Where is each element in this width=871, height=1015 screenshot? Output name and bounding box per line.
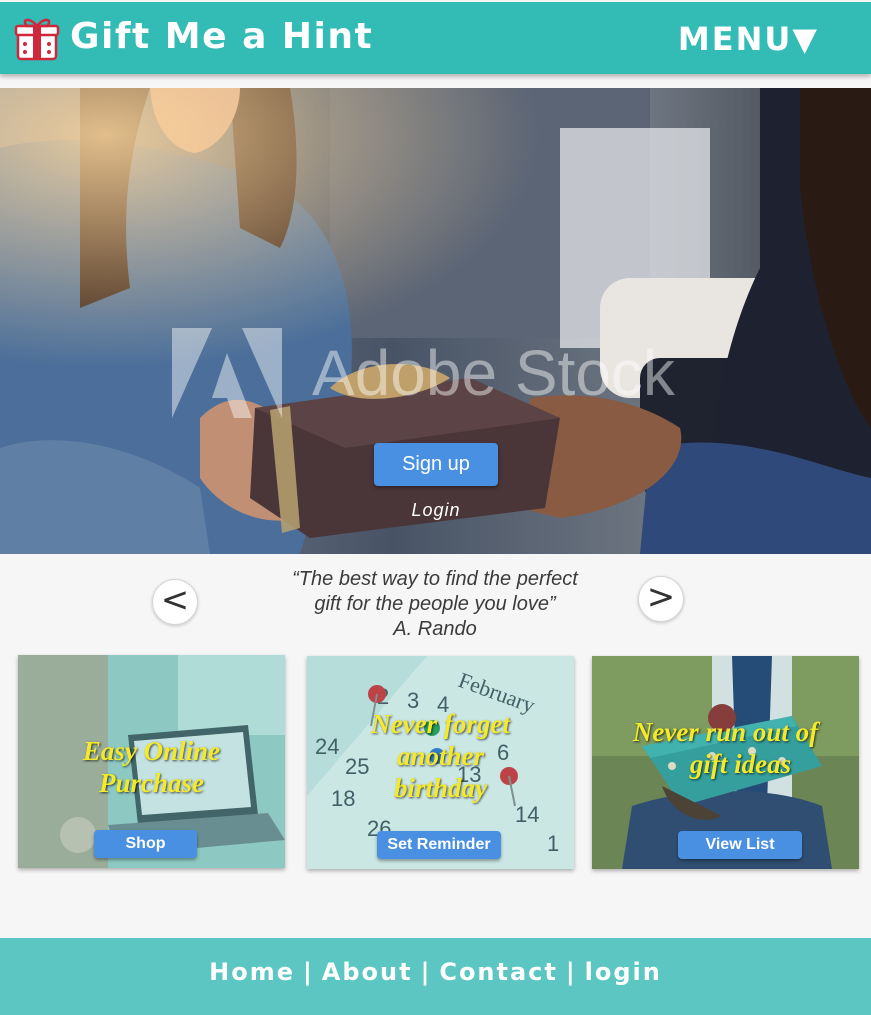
- testimonial-quote: “The best way to find the perfect gift f…: [240, 567, 630, 642]
- footer-link-home[interactable]: Home: [209, 958, 295, 986]
- card-title: Easy Online Purchase: [18, 735, 285, 799]
- footer-link-about[interactable]: About: [322, 958, 413, 986]
- card-title-line: gift ideas: [689, 749, 792, 779]
- menu-button[interactable]: MENU▼: [678, 20, 819, 58]
- next-arrow-button[interactable]: >: [638, 576, 684, 622]
- card-birthday-reminder: 234 24256 181314 26271 February Never fo…: [307, 656, 574, 869]
- view-list-button[interactable]: View List: [678, 831, 802, 859]
- footer-separator: |: [302, 958, 314, 986]
- footer-link-contact[interactable]: Contact: [439, 958, 558, 986]
- card-title-line: another: [396, 741, 485, 771]
- card-title: Never forget another birthday: [307, 708, 574, 804]
- quote-line-2: gift for the people you love”: [314, 593, 556, 615]
- footer-separator: |: [565, 958, 577, 986]
- quote-author: A. Rando: [393, 618, 477, 640]
- sign-up-button[interactable]: Sign up: [374, 443, 498, 486]
- login-link[interactable]: Login: [380, 500, 492, 521]
- card-gift-ideas: Never run out of gift ideas View List: [592, 656, 859, 869]
- shop-button[interactable]: Shop: [94, 830, 197, 858]
- site-title[interactable]: Gift Me a Hint: [70, 16, 373, 57]
- gift-box-icon[interactable]: [13, 14, 61, 62]
- card-title: Never run out of gift ideas: [592, 716, 859, 780]
- card-title-line: birthday: [393, 773, 487, 803]
- site-footer: Home | About | Contact | login: [0, 938, 871, 1015]
- card-easy-online-purchase: Easy Online Purchase Shop: [18, 655, 285, 868]
- previous-arrow-button[interactable]: <: [152, 579, 198, 625]
- site-header: Gift Me a Hint MENU▼: [0, 2, 871, 74]
- set-reminder-button[interactable]: Set Reminder: [377, 831, 501, 859]
- footer-separator: |: [420, 958, 432, 986]
- card-title-line: Easy Online: [82, 736, 221, 766]
- footer-nav: Home | About | Contact | login: [0, 958, 871, 986]
- footer-link-login[interactable]: login: [585, 958, 662, 986]
- card-title-line: Purchase: [98, 768, 204, 798]
- card-title-line: Never forget: [371, 709, 510, 739]
- quote-line-1: “The best way to find the perfect: [292, 568, 578, 590]
- card-title-line: Never run out of: [632, 717, 819, 747]
